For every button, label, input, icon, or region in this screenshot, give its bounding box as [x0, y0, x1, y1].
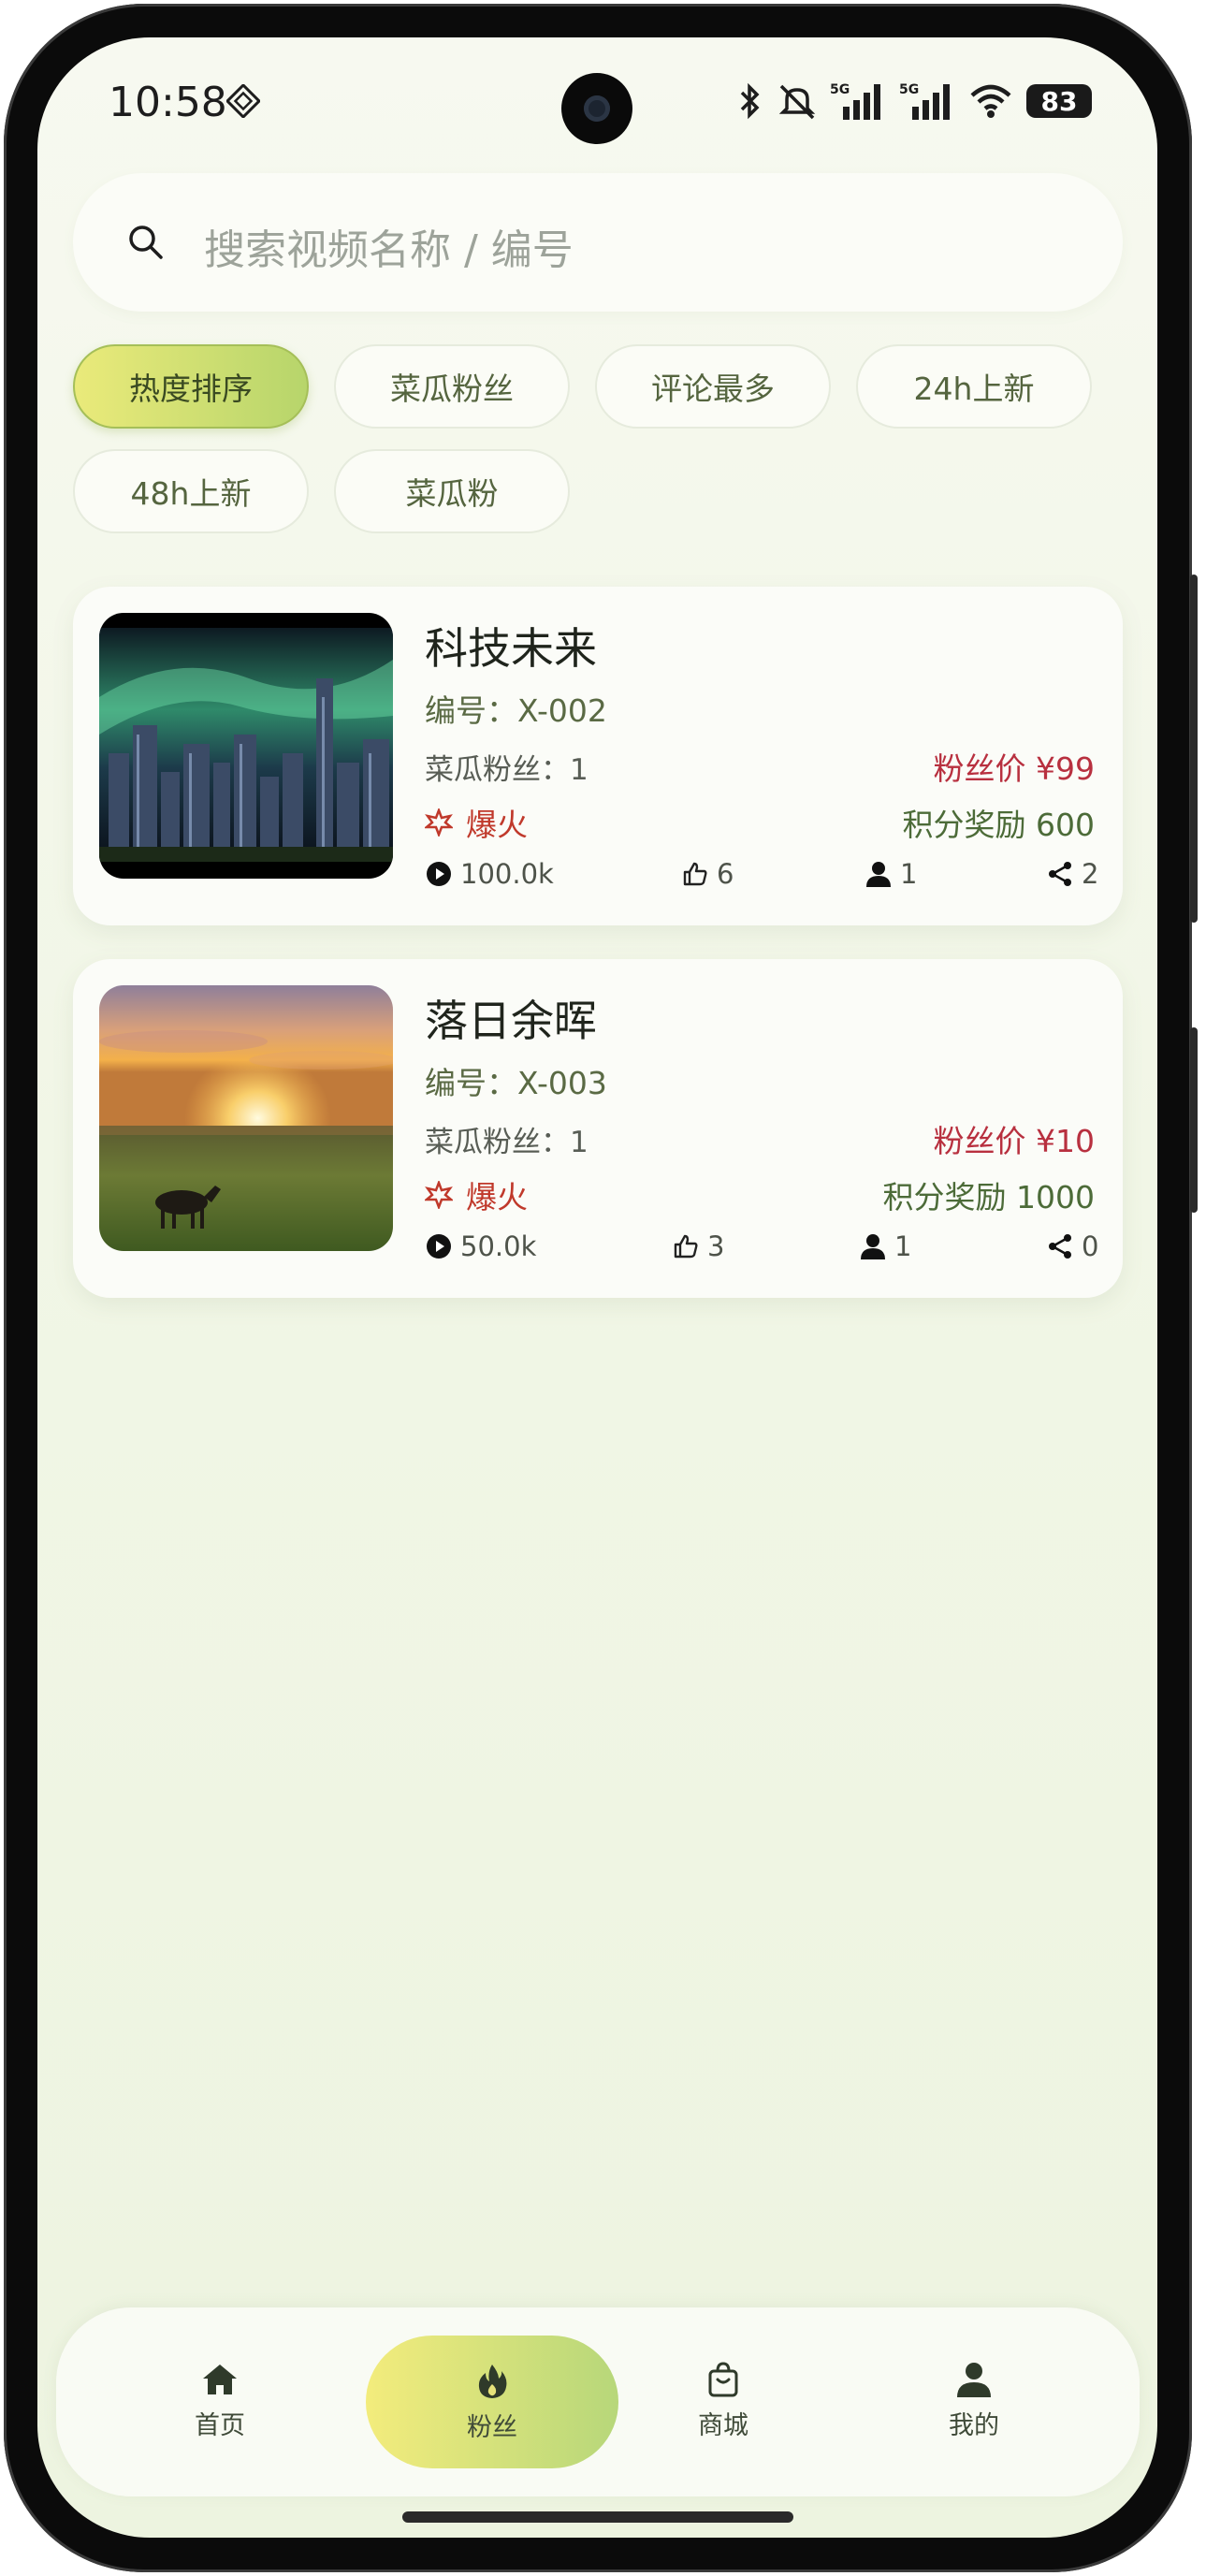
- status-icons: 5G 5G 83: [736, 80, 1092, 122]
- wifi-icon: [970, 84, 1011, 118]
- video-title: 科技未来: [425, 623, 597, 674]
- video-fans-count: 菜瓜粉丝：1: [425, 753, 588, 787]
- flame-icon: [478, 2364, 507, 2398]
- nav-item-me[interactable]: 我的: [904, 2339, 1044, 2461]
- filter-chip-fans[interactable]: 菜瓜粉丝: [334, 344, 570, 429]
- user-count: 1: [859, 1230, 911, 1262]
- nfc-icon: [226, 84, 260, 118]
- filter-chip-most-comments[interactable]: 评论最多: [595, 344, 831, 429]
- nav-item-fans[interactable]: 粉丝: [366, 2336, 618, 2468]
- signal-5g-icon: 5G: [899, 82, 950, 120]
- app-screen: 10:58 5G 5G 83 搜索视频名称 / 编号 热度排序 菜瓜粉丝 评论最…: [37, 37, 1157, 2538]
- svg-text:5G: 5G: [899, 82, 919, 97]
- shopping-bag-icon: [708, 2361, 738, 2396]
- bottom-nav: 首页 粉丝 商城 我的: [56, 2307, 1140, 2496]
- like-count[interactable]: 6: [681, 858, 734, 890]
- filter-chip-hot-sort[interactable]: 热度排序: [73, 344, 309, 429]
- person-icon: [957, 2362, 991, 2397]
- hot-leaf-icon: [425, 808, 453, 837]
- share-icon: [1049, 1234, 1071, 1259]
- signal-5g-icon: 5G: [830, 82, 880, 120]
- mute-icon: [778, 84, 816, 120]
- play-icon: [427, 1234, 451, 1259]
- hot-badge: 爆火: [425, 1172, 528, 1217]
- video-title: 落日余晖: [425, 996, 597, 1046]
- filter-chip-24h-new[interactable]: 24h上新: [856, 344, 1092, 429]
- person-icon: [866, 862, 891, 887]
- search-input[interactable]: 搜索视频名称 / 编号: [204, 216, 574, 276]
- video-stats: 100.0k 6 1 2: [425, 858, 1098, 895]
- video-code: 编号：X-003: [425, 1065, 607, 1101]
- user-count: 1: [865, 858, 917, 890]
- thumbs-up-icon: [674, 1234, 698, 1259]
- front-camera: [561, 73, 632, 144]
- status-bar: 10:58 5G 5G 83: [37, 37, 1157, 178]
- play-count: 50.0k: [425, 1230, 536, 1262]
- search-icon: [129, 226, 163, 259]
- nav-item-home[interactable]: 首页: [150, 2339, 290, 2461]
- share-count[interactable]: 2: [1046, 858, 1098, 890]
- share-icon: [1049, 862, 1071, 886]
- thumbs-up-icon: [683, 862, 707, 886]
- share-count[interactable]: 0: [1046, 1230, 1098, 1262]
- hot-leaf-icon: [425, 1181, 453, 1209]
- bluetooth-icon: [740, 82, 760, 120]
- points-reward: 积分奖励 600: [902, 807, 1095, 843]
- search-bar[interactable]: 搜索视频名称 / 编号: [73, 173, 1123, 312]
- points-reward: 积分奖励 1000: [882, 1179, 1095, 1215]
- video-card[interactable]: 落日余晖 编号：X-003 菜瓜粉丝：1 爆火 粉丝价 ¥10 积分奖励 100…: [73, 959, 1123, 1298]
- power-button: [1190, 1027, 1198, 1213]
- nav-item-mall[interactable]: 商城: [653, 2339, 793, 2461]
- video-fans-count: 菜瓜粉丝：1: [425, 1126, 588, 1159]
- phone-frame: 10:58 5G 5G 83 搜索视频名称 / 编号 热度排序 菜瓜粉丝 评论最…: [0, 0, 1206, 2576]
- svg-text:5G: 5G: [830, 82, 850, 97]
- play-icon: [427, 862, 451, 886]
- filter-chip-48h-new[interactable]: 48h上新: [73, 449, 309, 533]
- fan-price: 粉丝价 ¥10: [933, 1123, 1095, 1159]
- fan-price: 粉丝价 ¥99: [933, 750, 1095, 787]
- home-icon: [203, 2364, 237, 2394]
- volume-button: [1190, 575, 1198, 923]
- video-stats: 50.0k 3 1 0: [425, 1230, 1098, 1268]
- status-time: 10:58: [109, 79, 227, 126]
- person-icon: [861, 1234, 885, 1259]
- battery-indicator: 83: [1026, 84, 1092, 118]
- video-thumbnail-sunset[interactable]: [99, 985, 393, 1251]
- like-count[interactable]: 3: [672, 1230, 724, 1262]
- video-card[interactable]: 科技未来 编号：X-002 菜瓜粉丝：1 爆火 粉丝价 ¥99 积分奖励 600…: [73, 587, 1123, 925]
- video-thumbnail-city-aurora[interactable]: [99, 613, 393, 879]
- video-code: 编号：X-002: [425, 692, 607, 729]
- hot-label: 爆火: [466, 1179, 528, 1215]
- play-count: 100.0k: [425, 858, 554, 890]
- filter-chip-fans-short[interactable]: 菜瓜粉: [334, 449, 570, 533]
- hot-label: 爆火: [466, 807, 528, 843]
- home-indicator[interactable]: [402, 2511, 793, 2523]
- hot-badge: 爆火: [425, 800, 528, 845]
